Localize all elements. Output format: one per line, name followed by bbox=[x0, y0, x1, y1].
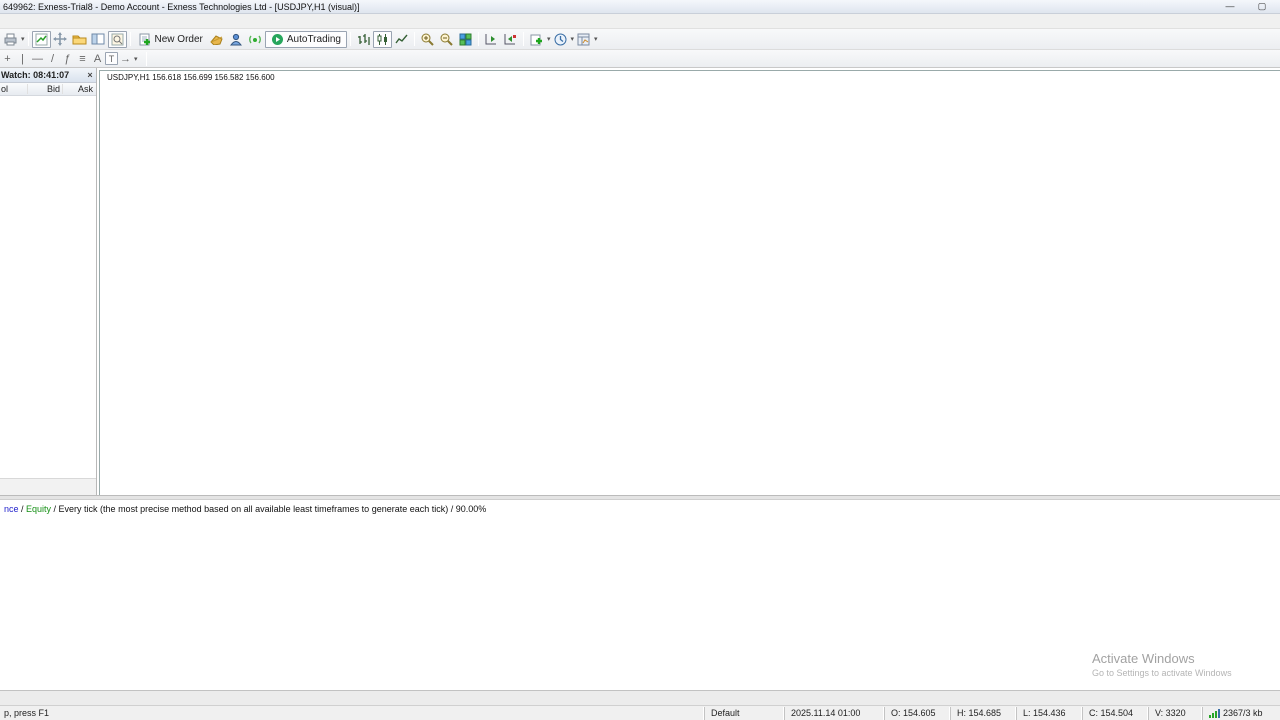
tester-balance-graph[interactable] bbox=[0, 500, 1280, 690]
window-title: 649962: Exness-Trial8 - Demo Account - E… bbox=[0, 2, 360, 12]
favorites-folder-icon[interactable] bbox=[70, 31, 89, 48]
tester-trade-axis bbox=[0, 678, 1280, 690]
arrows-tool-icon[interactable]: → bbox=[118, 51, 133, 66]
autotrading-button[interactable]: AutoTrading bbox=[265, 31, 347, 48]
crosshair-move-icon[interactable] bbox=[51, 31, 70, 48]
tile-windows-icon[interactable] bbox=[456, 31, 475, 48]
status-bar: p, press F1 Default 2025.11.14 01:00 O: … bbox=[0, 705, 1280, 720]
chart-ohlc-info: USDJPY,H1 156.618 156.699 156.582 156.60… bbox=[107, 73, 275, 82]
tester-tabs bbox=[0, 690, 1280, 705]
new-order-button[interactable]: New Order bbox=[134, 32, 208, 47]
market-watch-tabs bbox=[0, 478, 97, 495]
vertical-line-tool-icon[interactable]: | bbox=[15, 51, 30, 66]
autotrading-icon bbox=[271, 33, 284, 46]
zoom-out-icon[interactable] bbox=[437, 31, 456, 48]
column-ask[interactable]: Ask bbox=[62, 84, 95, 94]
fibonacci-tool-icon[interactable]: ƒ bbox=[60, 51, 75, 66]
candlestick-chart[interactable] bbox=[100, 71, 1280, 481]
channel-tool-icon[interactable]: ≡ bbox=[75, 51, 90, 66]
connection-bars-icon bbox=[1209, 709, 1220, 718]
horizontal-line-tool-icon[interactable]: — bbox=[30, 51, 45, 66]
chart-time-axis bbox=[100, 483, 1280, 495]
mt4-terminal: 649962: Exness-Trial8 - Demo Account - E… bbox=[0, 0, 1280, 720]
minimize-button[interactable]: — bbox=[1222, 1, 1238, 12]
status-connection: 2367/3 kb bbox=[1202, 707, 1280, 720]
auto-scroll-icon[interactable] bbox=[482, 31, 501, 48]
market-watch-title: Watch: 08:41:07 bbox=[0, 70, 84, 80]
line-studies-toolbar: + | — / ƒ ≡ A T → ▾ bbox=[0, 50, 1280, 68]
balance-legend-label: nce bbox=[4, 504, 19, 514]
menu-bar bbox=[0, 14, 1280, 29]
column-symbol[interactable]: ol bbox=[0, 84, 27, 94]
column-bid[interactable]: Bid bbox=[27, 84, 62, 94]
text-tool-icon[interactable]: A bbox=[90, 51, 105, 66]
status-profile[interactable]: Default bbox=[704, 707, 784, 720]
title-bar: 649962: Exness-Trial8 - Demo Account - E… bbox=[0, 0, 1280, 14]
templates-caret-icon[interactable]: ▾ bbox=[594, 35, 598, 43]
trendline-tool-icon[interactable]: / bbox=[45, 51, 60, 66]
tester-panel-icon[interactable] bbox=[108, 31, 127, 48]
market-watch-panel-icon[interactable] bbox=[89, 31, 108, 48]
bar-chart-icon[interactable] bbox=[354, 31, 373, 48]
candlestick-chart-icon[interactable] bbox=[373, 31, 392, 48]
label-tool-icon[interactable]: T bbox=[105, 52, 118, 65]
history-center-icon[interactable] bbox=[208, 31, 227, 48]
new-chart-icon[interactable] bbox=[527, 31, 546, 48]
autotrading-label: AutoTrading bbox=[287, 34, 341, 45]
new-order-label: New Order bbox=[155, 34, 203, 45]
panel-splitter[interactable] bbox=[0, 495, 1280, 500]
print-icon[interactable] bbox=[1, 31, 20, 48]
market-watch-header: Watch: 08:41:07 × bbox=[0, 68, 96, 83]
status-volume: V: 3320 bbox=[1148, 707, 1202, 720]
market-watch-panel: Watch: 08:41:07 × ol Bid Ask bbox=[0, 68, 97, 497]
traffic-text: 2367/3 kb bbox=[1223, 707, 1263, 720]
tester-model-text: / Every tick (the most precise method ba… bbox=[51, 504, 486, 514]
legend-separator: / bbox=[19, 504, 27, 514]
print-caret-icon[interactable]: ▾ bbox=[21, 35, 25, 43]
new-order-icon bbox=[139, 33, 152, 46]
periods-icon[interactable] bbox=[551, 31, 570, 48]
zoom-in-icon[interactable] bbox=[418, 31, 437, 48]
close-icon[interactable]: × bbox=[84, 70, 96, 80]
tester-graph-panel: nce / Equity / Every tick (the most prec… bbox=[0, 500, 1280, 690]
arrows-caret-icon[interactable]: ▾ bbox=[134, 55, 138, 63]
standard-toolbar: ▾ New Order A bbox=[0, 29, 1280, 50]
chart-window[interactable]: USDJPY,H1 156.618 156.699 156.582 156.60… bbox=[99, 70, 1280, 495]
signals-icon[interactable] bbox=[246, 31, 265, 48]
line-chart-icon[interactable] bbox=[392, 31, 411, 48]
accounts-icon[interactable] bbox=[227, 31, 246, 48]
status-bar-time: 2025.11.14 01:00 bbox=[784, 707, 884, 720]
chart-profile-icon[interactable] bbox=[32, 31, 51, 48]
market-watch-columns: ol Bid Ask bbox=[0, 83, 96, 96]
chart-shift-icon[interactable] bbox=[501, 31, 520, 48]
tester-legend: nce / Equity / Every tick (the most prec… bbox=[4, 504, 486, 514]
status-open: O: 154.605 bbox=[884, 707, 950, 720]
status-close: C: 154.504 bbox=[1082, 707, 1148, 720]
status-high: H: 154.685 bbox=[950, 707, 1016, 720]
status-low: L: 154.436 bbox=[1016, 707, 1082, 720]
crosshair-tool-icon[interactable]: + bbox=[0, 51, 15, 66]
status-help-text: p, press F1 bbox=[0, 708, 704, 718]
equity-legend-label: Equity bbox=[26, 504, 51, 514]
templates-icon[interactable] bbox=[574, 31, 593, 48]
maximize-button[interactable]: ▢ bbox=[1254, 1, 1270, 12]
